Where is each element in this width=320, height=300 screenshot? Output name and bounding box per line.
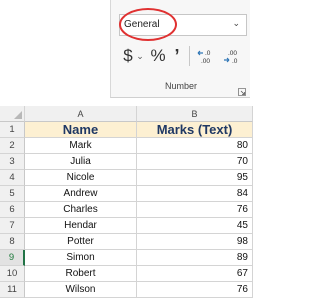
table-row: 4 Nicole 95 xyxy=(0,170,253,186)
spreadsheet-grid: A B 1 Name Marks (Text) 2 Mark 80 3 Juli… xyxy=(0,106,258,300)
marks-cell[interactable]: 80 xyxy=(137,138,253,154)
comma-style-icon[interactable]: ’ xyxy=(172,44,182,68)
row-number[interactable]: 3 xyxy=(0,154,25,170)
marks-cell[interactable]: 45 xyxy=(137,218,253,234)
table-row: 8 Potter 98 xyxy=(0,234,253,250)
marks-cell[interactable]: 98 xyxy=(137,234,253,250)
row-number[interactable]: 2 xyxy=(0,138,25,154)
marks-cell[interactable]: 84 xyxy=(137,186,253,202)
percent-icon[interactable]: % xyxy=(148,44,168,68)
column-header-b[interactable]: B xyxy=(137,106,253,122)
ribbon-separator xyxy=(189,46,190,66)
table-row: 2 Mark 80 xyxy=(0,138,253,154)
table-row: 3 Julia 70 xyxy=(0,154,253,170)
row-number[interactable]: 6 xyxy=(0,202,25,218)
name-cell[interactable]: Hendar xyxy=(25,218,137,234)
svg-text:.00: .00 xyxy=(201,58,210,65)
row-number[interactable]: 11 xyxy=(0,282,25,298)
table-row-header: 1 Name Marks (Text) xyxy=(0,122,253,138)
decrease-decimal-icon[interactable]: .00 .0 xyxy=(221,44,245,68)
currency-icon[interactable]: $ xyxy=(121,44,135,68)
column-header-a[interactable]: A xyxy=(25,106,137,122)
row-number[interactable]: 10 xyxy=(0,266,25,282)
name-cell[interactable]: Julia xyxy=(25,154,137,170)
name-cell[interactable]: Andrew xyxy=(25,186,137,202)
row-number[interactable]: 1 xyxy=(0,122,25,138)
table-row: 10 Robert 67 xyxy=(0,266,253,282)
format-highlight-ring xyxy=(119,8,177,41)
svg-text:.00: .00 xyxy=(228,50,237,57)
row-number[interactable]: 4 xyxy=(0,170,25,186)
marks-cell[interactable]: 67 xyxy=(137,266,253,282)
currency-chevron-icon[interactable]: ⌄ xyxy=(136,44,144,68)
select-all-corner[interactable] xyxy=(0,106,25,122)
name-cell[interactable]: Mark xyxy=(25,138,137,154)
name-cell[interactable]: Potter xyxy=(25,234,137,250)
increase-decimal-icon[interactable]: .0 .00 xyxy=(195,44,219,68)
row-number[interactable]: 8 xyxy=(0,234,25,250)
marks-cell[interactable]: 95 xyxy=(137,170,253,186)
ribbon-group-label: Number xyxy=(164,81,197,91)
svg-text:.0: .0 xyxy=(232,58,238,65)
row-number-selected[interactable]: 9 xyxy=(0,250,25,266)
dialog-launcher-icon[interactable] xyxy=(238,83,246,96)
name-cell[interactable]: Robert xyxy=(25,266,137,282)
chevron-down-icon: ⌄ xyxy=(232,18,240,28)
row-number[interactable]: 5 xyxy=(0,186,25,202)
table-row-selected: 9 Simon 89 xyxy=(0,250,253,266)
header-cell-marks[interactable]: Marks (Text) xyxy=(137,122,253,138)
svg-text:.0: .0 xyxy=(205,50,211,57)
name-cell[interactable]: Wilson xyxy=(25,282,137,298)
row-number[interactable]: 7 xyxy=(0,218,25,234)
name-cell[interactable]: Nicole xyxy=(25,170,137,186)
table-row: 5 Andrew 84 xyxy=(0,186,253,202)
marks-cell[interactable]: 89 xyxy=(137,250,253,266)
marks-cell[interactable]: 70 xyxy=(137,154,253,170)
name-cell[interactable]: Simon xyxy=(25,250,137,266)
table-row: 7 Hendar 45 xyxy=(0,218,253,234)
marks-cell[interactable]: 76 xyxy=(137,202,253,218)
table-row: 6 Charles 76 xyxy=(0,202,253,218)
marks-cell[interactable]: 76 xyxy=(137,282,253,298)
table-row: 11 Wilson 76 xyxy=(0,282,253,298)
number-format-buttons: $ ⌄ % ’ .0 .00 .00 .0 xyxy=(121,44,249,68)
name-cell[interactable]: Charles xyxy=(25,202,137,218)
header-cell-name[interactable]: Name xyxy=(25,122,137,138)
